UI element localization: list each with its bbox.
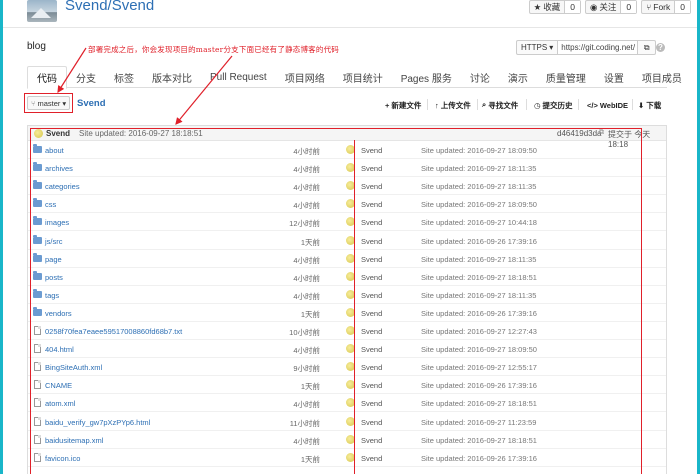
window-frame-left <box>0 0 3 474</box>
tab-1[interactable]: 分支 <box>67 66 105 88</box>
tab-0[interactable]: 代码 <box>27 66 67 89</box>
repo-root-link[interactable]: Svend <box>77 98 106 109</box>
code-icon: </> <box>587 100 598 110</box>
repo-description: blog <box>27 41 46 52</box>
tab-8[interactable]: 讨论 <box>461 66 499 88</box>
plus-icon: + <box>385 100 390 110</box>
download-icon: ⬇ <box>638 100 645 110</box>
repo-header: Svend/Svend ★ 收藏 0 ◉ 关注 0 ⑂ Fork 0 <box>3 0 697 28</box>
divider <box>477 99 478 110</box>
commit-history-label: 提交历史 <box>542 100 573 110</box>
fork-icon: ⑂ <box>646 2 652 12</box>
repo-actions: ★ 收藏 0 ◉ 关注 0 ⑂ Fork 0 <box>528 0 691 14</box>
clone-protocol-label: HTTPS <box>521 43 548 52</box>
help-icon[interactable]: ? <box>656 43 665 52</box>
new-file-button[interactable]: + 新建文件 <box>385 99 421 111</box>
tab-7[interactable]: Pages 服务 <box>392 66 461 88</box>
divider <box>427 99 428 110</box>
annotation-branch-box <box>24 93 73 113</box>
tab-9[interactable]: 演示 <box>499 66 537 88</box>
divider <box>578 99 579 110</box>
divider <box>526 99 527 110</box>
fork-button[interactable]: ⑂ Fork 0 <box>641 0 691 14</box>
webide-button[interactable]: </> WebIDE <box>587 99 628 111</box>
annotation-names-box <box>30 140 355 474</box>
tab-5[interactable]: 项目网络 <box>276 66 334 88</box>
download-button[interactable]: ⬇ 下载 <box>638 99 661 111</box>
upload-icon: ↑ <box>435 100 439 110</box>
star-label: 收藏 <box>543 2 561 12</box>
watch-button[interactable]: ◉ 关注 0 <box>584 0 638 14</box>
tab-11[interactable]: 设置 <box>595 66 633 88</box>
watch-label: 关注 <box>599 2 617 12</box>
repo-avatar[interactable] <box>27 0 57 22</box>
watch-count: 0 <box>620 1 637 13</box>
clone-protocol-select[interactable]: HTTPS ▾ <box>516 40 559 55</box>
tab-2[interactable]: 标签 <box>105 66 143 88</box>
tab-10[interactable]: 质量管理 <box>537 66 595 88</box>
commit-history-button[interactable]: ◷ 提交历史 <box>534 99 573 111</box>
caret-down-icon: ▾ <box>549 43 554 52</box>
divider <box>632 99 633 110</box>
star-icon: ★ <box>533 1 542 12</box>
fork-label: Fork <box>653 2 671 12</box>
star-count: 0 <box>564 1 580 13</box>
repo-title[interactable]: Svend/Svend <box>65 0 154 14</box>
repo-tabs: 代码 分支 标签 版本对比 Pull Request 项目网络 项目统计 Pages 服务 讨论… <box>27 66 682 89</box>
upload-file-label: 上传文件 <box>440 100 471 110</box>
search-icon: ⌕ <box>482 100 487 109</box>
eye-icon: ◉ <box>589 1 598 12</box>
fork-count: 0 <box>674 1 690 13</box>
download-label: 下载 <box>646 100 662 110</box>
upload-file-button[interactable]: ↑ 上传文件 <box>435 99 471 111</box>
tab-6[interactable]: 项目统计 <box>334 66 392 88</box>
annotation-note: 部署完成之后，你会发现项目的master分支下面已经有了静态博客的代码 <box>88 45 339 54</box>
clone-url-box: HTTPS ▾ https://git.coding.net/ ⧉ <box>516 40 657 55</box>
tab-4[interactable]: Pull Request <box>201 66 276 88</box>
find-file-label: 寻找文件 <box>488 100 519 110</box>
find-file-button[interactable]: ⌕ 寻找文件 <box>482 99 518 111</box>
webide-label: WebIDE <box>599 100 629 110</box>
star-button[interactable]: ★ 收藏 0 <box>528 0 581 14</box>
new-file-label: 新建文件 <box>391 100 422 110</box>
tab-12[interactable]: 项目成员 <box>633 66 691 88</box>
clone-url-input[interactable]: https://git.coding.net/ <box>558 40 639 55</box>
clock-icon: ◷ <box>534 100 541 110</box>
tab-3[interactable]: 版本对比 <box>143 66 201 88</box>
copy-icon[interactable]: ⧉ <box>638 40 657 55</box>
